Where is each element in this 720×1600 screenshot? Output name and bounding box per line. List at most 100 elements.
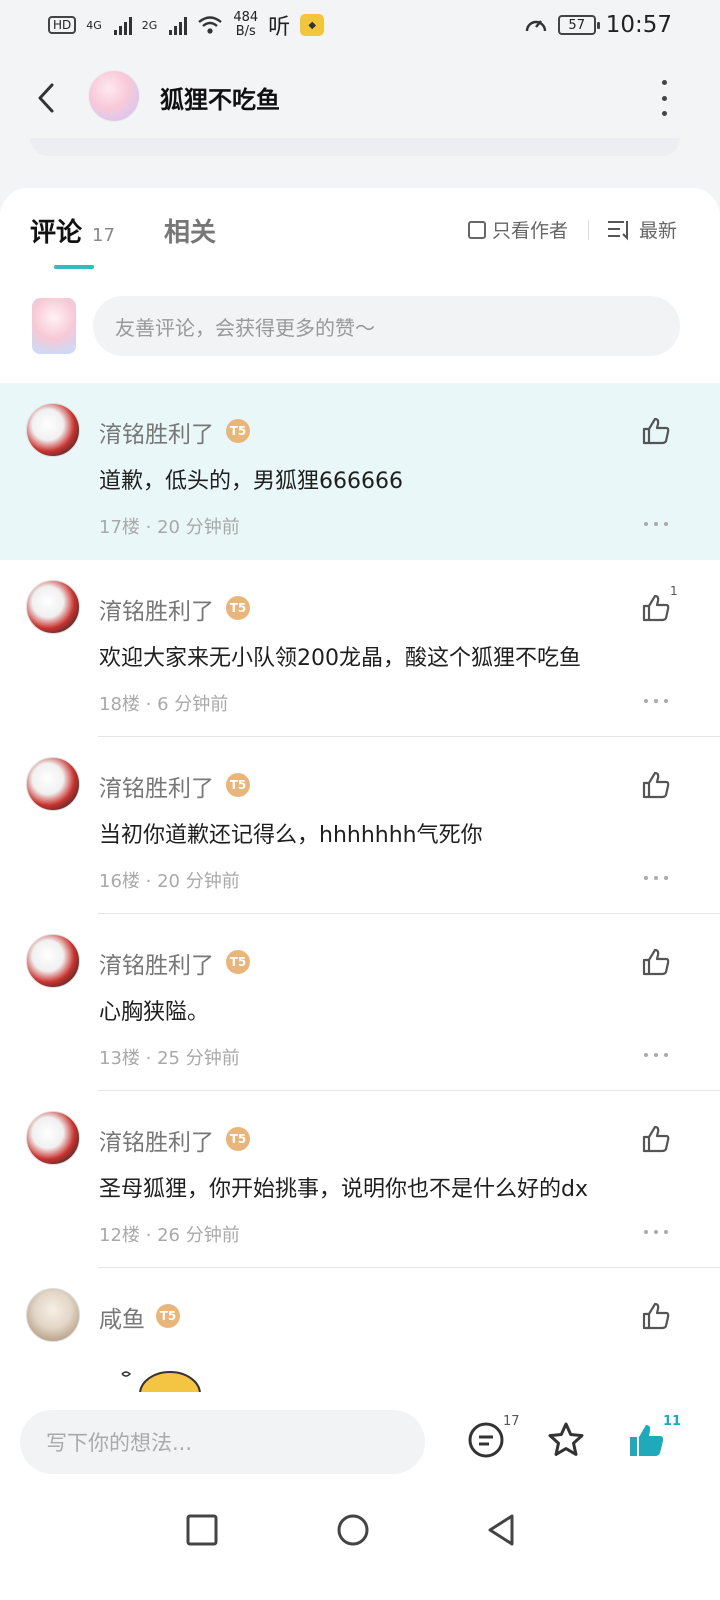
signal-icon	[113, 15, 132, 35]
commenter-avatar[interactable]	[26, 403, 80, 457]
thumbs-up-filled-icon[interactable]	[626, 1420, 666, 1460]
bottom-action-bar: 写下你的想法... 17 11	[0, 1392, 720, 1492]
battery-icon: 57	[557, 15, 600, 35]
sticker-image	[121, 1371, 201, 1392]
thumbs-up-icon[interactable]	[640, 415, 672, 447]
comment-meta: 16楼 · 20 分钟前	[99, 871, 240, 892]
author-avatar[interactable]	[88, 70, 140, 122]
speed-value: 484	[233, 10, 259, 25]
sort-label: 最新	[639, 220, 678, 242]
app-header: 狐狸不吃鱼	[0, 58, 720, 138]
speed-unit: B/s	[235, 24, 256, 39]
comment-more-button[interactable]	[644, 1051, 668, 1059]
level-badge-icon: T5	[226, 596, 250, 620]
comment-item[interactable]: 淯铭胜利了 T5 道歉，低头的，男狐狸666666 17楼 · 20 分钟前	[0, 383, 720, 560]
wifi-icon	[198, 16, 223, 34]
app-notification-icon: ◆	[300, 14, 325, 36]
commenter-name[interactable]: 咸鱼	[99, 1300, 145, 1334]
comment-meta: 12楼 · 26 分钟前	[99, 1225, 240, 1246]
recent-apps-icon[interactable]	[184, 1512, 220, 1548]
comment-input-row: 友善评论，会获得更多的赞～	[0, 296, 720, 356]
comment-tabs: 评论 17 相关 只看作者 最新	[0, 188, 720, 278]
listen-icon: 听	[268, 15, 291, 40]
comment-text: 道歉，低头的，男狐狸666666	[99, 469, 403, 494]
reply-input[interactable]: 写下你的想法...	[20, 1410, 425, 1474]
comment-meta: 18楼 · 6 分钟前	[99, 694, 229, 715]
comment-list: 淯铭胜利了 T5 道歉，低头的，男狐狸666666 17楼 · 20 分钟前 淯…	[0, 383, 720, 1392]
comment-input[interactable]: 友善评论，会获得更多的赞～	[93, 296, 680, 356]
network-type-1: 4G	[86, 18, 102, 32]
my-avatar	[32, 298, 76, 354]
thumbs-up-icon[interactable]	[640, 592, 672, 624]
comment-text: 当初你道歉还记得么，hhhhhhh气死你	[99, 823, 483, 848]
comment-meta: 13楼 · 25 分钟前	[99, 1048, 240, 1069]
active-tab-indicator	[54, 265, 94, 269]
more-options-button[interactable]	[654, 80, 674, 116]
thumbs-up-icon[interactable]	[640, 769, 672, 801]
only-author-filter[interactable]: 只看作者	[468, 216, 568, 243]
hd-badge: HD	[48, 16, 77, 34]
commenter-avatar[interactable]	[26, 934, 80, 988]
commenter-avatar[interactable]	[26, 580, 80, 634]
back-button[interactable]	[28, 76, 64, 120]
more-vertical-icon	[661, 80, 667, 85]
comment-item[interactable]: 淯铭胜利了 T5 当初你道歉还记得么，hhhhhhh气死你 16楼 · 20 分…	[0, 737, 720, 914]
level-badge-icon: T5	[226, 419, 250, 443]
tab-comments[interactable]: 评论 17	[30, 212, 115, 249]
comment-item[interactable]: 咸鱼 T5	[0, 1268, 720, 1392]
comment-more-button[interactable]	[644, 874, 668, 882]
thumbs-up-icon[interactable]	[640, 1300, 672, 1332]
system-navigation-bar	[0, 1492, 720, 1600]
comment-text: 欢迎大家来无小队领200龙晶，酸这个狐狸不吃鱼	[99, 646, 581, 671]
status-bar: HD 4G 2G 484 B/s 听 ◆ 57 10:57	[0, 0, 720, 50]
commenter-avatar[interactable]	[26, 757, 80, 811]
home-icon[interactable]	[335, 1512, 371, 1548]
network-type-2: 2G	[141, 18, 158, 32]
thumbs-up-icon[interactable]	[640, 1123, 672, 1155]
comment-item[interactable]: 淯铭胜利了 T5 圣母狐狸，你开始挑事，说明你也不是什么好的dx 12楼 · 2…	[0, 1091, 720, 1268]
level-badge-icon: T5	[156, 1304, 180, 1328]
comment-more-button[interactable]	[644, 1228, 668, 1236]
star-icon[interactable]	[546, 1420, 586, 1460]
comment-text: 心胸狭隘。	[99, 1000, 210, 1025]
like-count: 1	[670, 584, 678, 598]
speedometer-icon	[525, 20, 546, 32]
clock: 10:57	[605, 12, 672, 38]
comment-item[interactable]: 淯铭胜利了 T5 1 欢迎大家来无小队领200龙晶，酸这个狐狸不吃鱼 18楼 ·…	[0, 560, 720, 737]
comment-count: 17	[503, 1414, 520, 1429]
status-bar-left: HD 4G 2G 484 B/s 听 ◆	[48, 9, 325, 41]
only-author-label: 只看作者	[492, 220, 569, 242]
post-card-bottom-edge	[30, 138, 680, 156]
divider	[588, 220, 589, 240]
back-nav-icon[interactable]	[484, 1512, 520, 1548]
comment-text: 圣母狐狸，你开始挑事，说明你也不是什么好的dx	[99, 1177, 588, 1202]
level-badge-icon: T5	[226, 773, 250, 797]
network-speed: 484 B/s	[233, 11, 258, 39]
thumbs-up-icon[interactable]	[640, 946, 672, 978]
comment-more-button[interactable]	[644, 520, 668, 528]
comment-meta: 17楼 · 20 分钟前	[99, 517, 240, 538]
level-badge-icon: T5	[226, 1127, 250, 1151]
chat-bubble-icon[interactable]	[466, 1420, 506, 1460]
tab-related[interactable]: 相关	[164, 212, 216, 249]
tab-comments-count: 17	[92, 225, 115, 246]
commenter-name[interactable]: 淯铭胜利了	[99, 415, 214, 449]
chevron-left-icon	[38, 83, 54, 113]
page-title[interactable]: 狐狸不吃鱼	[160, 80, 280, 115]
tab-comments-label: 评论	[30, 218, 83, 248]
status-bar-right: 57 10:57	[524, 12, 672, 38]
commenter-name[interactable]: 淯铭胜利了	[99, 769, 214, 803]
comment-item[interactable]: 淯铭胜利了 T5 心胸狭隘。 13楼 · 25 分钟前	[0, 914, 720, 1091]
commenter-name[interactable]: 淯铭胜利了	[99, 946, 214, 980]
commenter-name[interactable]: 淯铭胜利了	[99, 1123, 214, 1157]
signal-icon-2	[169, 15, 188, 35]
commenter-avatar[interactable]	[26, 1111, 80, 1165]
comments-sheet: 评论 17 相关 只看作者 最新 友善评论，会获得更多的赞～ 淯铭胜利了 T5 …	[0, 188, 720, 1392]
level-badge-icon: T5	[226, 950, 250, 974]
checkbox-icon[interactable]	[468, 220, 486, 239]
like-count: 11	[663, 1414, 682, 1429]
sort-button[interactable]: 最新	[607, 216, 677, 243]
commenter-avatar[interactable]	[26, 1288, 80, 1342]
commenter-name[interactable]: 淯铭胜利了	[99, 592, 214, 626]
comment-more-button[interactable]	[644, 697, 668, 705]
